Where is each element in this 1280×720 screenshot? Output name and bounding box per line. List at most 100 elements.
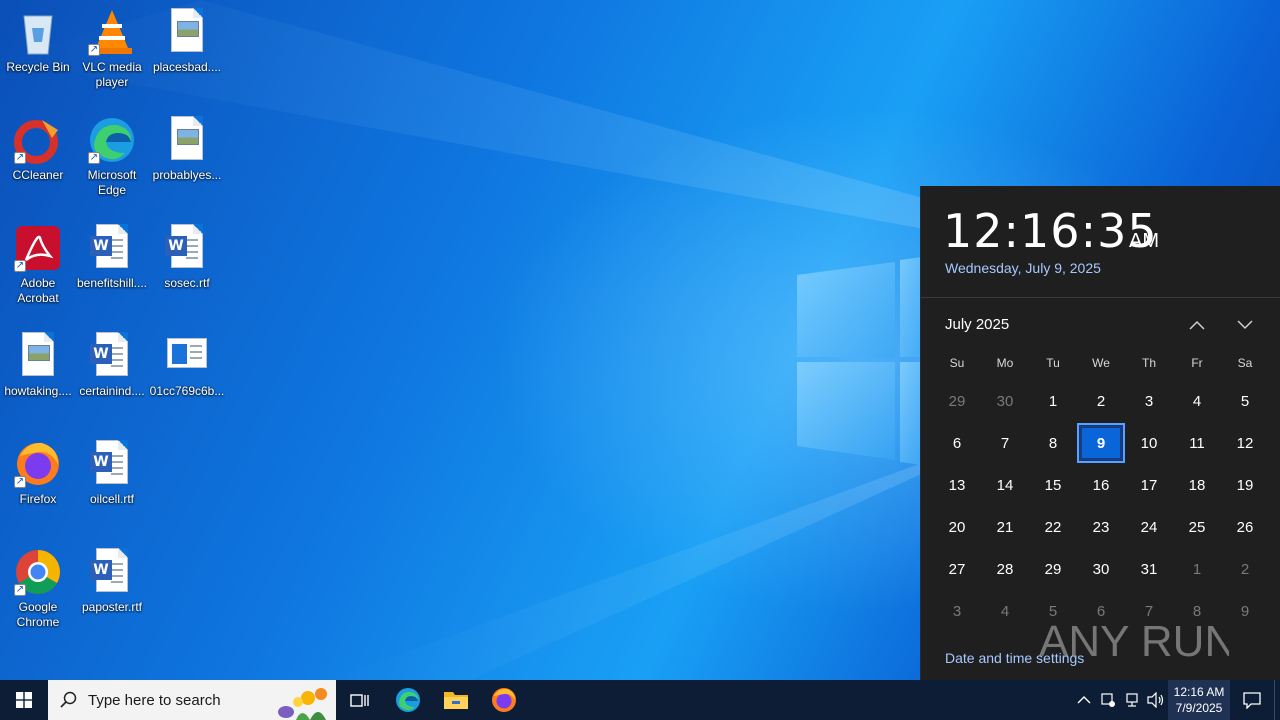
clock-date[interactable]: Wednesday, July 9, 2025 [945, 260, 1101, 276]
desktop-icon-label: Recycle Bin [6, 60, 70, 74]
show-desktop-button[interactable] [1274, 680, 1280, 720]
image-file-icon [163, 116, 211, 164]
tray-clock-button[interactable]: 12:16 AM 7/9/2025 [1168, 680, 1230, 720]
tray-volume-button[interactable] [1144, 680, 1168, 720]
calendar-day[interactable]: 3 [933, 590, 981, 632]
ccleaner-icon: ↗ [14, 116, 62, 164]
desktop-icon-label: Adobe Acrobat [17, 276, 59, 305]
desktop-icon-label: 01cc769c6b... [149, 384, 225, 398]
search-placeholder: Type here to search [88, 691, 221, 709]
calendar-day-today[interactable]: 9 [1079, 425, 1123, 461]
calendar-day[interactable]: 7 [981, 422, 1029, 464]
desktop-icon[interactable]: ↗ CCleaner [0, 110, 76, 210]
desktop-icon[interactable]: Woilcell.rtf [74, 434, 150, 534]
calendar-day[interactable]: 2 [1221, 548, 1269, 590]
calendar-flyout: 12:16:35 AM Wednesday, July 9, 2025 July… [920, 186, 1280, 680]
calendar-day[interactable]: 27 [933, 548, 981, 590]
calendar-day[interactable]: 10 [1125, 422, 1173, 464]
desktop-icon[interactable]: Recycle Bin [0, 2, 76, 102]
calendar-day[interactable]: 5 [1221, 380, 1269, 422]
calendar-day[interactable]: 22 [1029, 506, 1077, 548]
desktop-icon[interactable]: placesbad.... [149, 2, 225, 102]
calendar-day[interactable]: 14 [981, 464, 1029, 506]
shortcut-arrow-icon: ↗ [88, 44, 100, 56]
show-hidden-icons-button[interactable] [1072, 680, 1096, 720]
desktop-icon[interactable]: ↗ Adobe Acrobat [0, 218, 76, 318]
month-title[interactable]: July 2025 [945, 316, 1009, 333]
calendar-day[interactable]: 17 [1125, 464, 1173, 506]
calendar-day[interactable]: 26 [1221, 506, 1269, 548]
calendar-day[interactable]: 23 [1077, 506, 1125, 548]
calendar-day[interactable]: 4 [981, 590, 1029, 632]
taskbar-file-explorer-button[interactable] [432, 680, 480, 720]
task-view-icon [350, 694, 369, 707]
calendar-day[interactable]: 30 [1077, 548, 1125, 590]
firefox-icon: ↗ [14, 440, 62, 488]
calendar-day[interactable]: 2 [1077, 380, 1125, 422]
previous-month-button[interactable] [1183, 312, 1211, 338]
calendar-day[interactable]: 1 [1029, 380, 1077, 422]
task-view-button[interactable] [336, 680, 384, 720]
image-file-icon [14, 332, 62, 380]
windows-logo-icon [16, 692, 32, 708]
calendar-day[interactable]: 12 [1221, 422, 1269, 464]
edge-icon [396, 688, 420, 712]
calendar-day[interactable]: 29 [933, 380, 981, 422]
desktop-icon[interactable]: ↗ VLC media player [74, 2, 150, 102]
desktop-icon[interactable]: howtaking.... [0, 326, 76, 426]
calendar-day[interactable]: 28 [981, 548, 1029, 590]
taskbar-search-box[interactable]: Type here to search [48, 680, 336, 720]
desktop-icon[interactable]: Wsosec.rtf [149, 218, 225, 318]
calendar-day[interactable]: 11 [1173, 422, 1221, 464]
tray-network-button[interactable] [1120, 680, 1144, 720]
date-time-settings-link[interactable]: Date and time settings [945, 650, 1084, 666]
calendar-day[interactable]: 6 [933, 422, 981, 464]
desktop-icon-label: probablyes... [152, 168, 222, 182]
action-center-button[interactable] [1230, 680, 1274, 720]
calendar-day[interactable]: 13 [933, 464, 981, 506]
divider [921, 297, 1280, 298]
calendar-day[interactable]: 8 [1029, 422, 1077, 464]
tray-network-alert-button[interactable] [1096, 680, 1120, 720]
taskbar-firefox-button[interactable] [480, 680, 528, 720]
taskbar-edge-button[interactable] [384, 680, 432, 720]
desktop-icon[interactable]: ↗ Microsoft Edge [74, 110, 150, 210]
calendar-day[interactable]: 18 [1173, 464, 1221, 506]
desktop-icon[interactable]: Wpaposter.rtf [74, 542, 150, 642]
calendar-day[interactable]: 4 [1173, 380, 1221, 422]
desktop-icon[interactable]: Wbenefitshill.... [74, 218, 150, 318]
word-document-icon: W [163, 224, 211, 272]
recycle-bin-icon [14, 8, 62, 56]
desktop-icon[interactable]: 01cc769c6b... [149, 326, 225, 426]
desktop-icon[interactable]: ↗ Firefox [0, 434, 76, 534]
edge-icon: ↗ [88, 116, 136, 164]
app-window-icon [163, 332, 211, 380]
calendar-day[interactable]: 21 [981, 506, 1029, 548]
chevron-up-icon [1077, 696, 1091, 704]
calendar-day[interactable]: 29 [1029, 548, 1077, 590]
desktop-icon[interactable]: ↗ Google Chrome [0, 542, 76, 642]
weekday-header: Su Mo Tu We Th Fr Sa [933, 356, 1269, 370]
desktop-icon-label: certainind.... [79, 384, 145, 398]
calendar-day[interactable]: 30 [981, 380, 1029, 422]
image-file-icon [163, 8, 211, 56]
calendar-day[interactable]: 1 [1173, 548, 1221, 590]
calendar-day[interactable]: 24 [1125, 506, 1173, 548]
calendar-day[interactable]: 20 [933, 506, 981, 548]
calendar-day[interactable]: 31 [1125, 548, 1173, 590]
desktop-icon[interactable]: probablyes... [149, 110, 225, 210]
file-explorer-icon [444, 692, 468, 709]
shortcut-arrow-icon: ↗ [14, 152, 26, 164]
weekday-label: Fr [1191, 356, 1203, 370]
desktop-icon-label: CCleaner [12, 168, 64, 182]
next-month-button[interactable] [1231, 312, 1259, 338]
start-button[interactable] [0, 680, 48, 720]
word-document-icon: W [88, 440, 136, 488]
calendar-day[interactable]: 15 [1029, 464, 1077, 506]
network-icon [1126, 693, 1138, 707]
calendar-day[interactable]: 16 [1077, 464, 1125, 506]
calendar-day[interactable]: 3 [1125, 380, 1173, 422]
calendar-day[interactable]: 25 [1173, 506, 1221, 548]
desktop-icon[interactable]: Wcertainind.... [74, 326, 150, 426]
calendar-day[interactable]: 19 [1221, 464, 1269, 506]
